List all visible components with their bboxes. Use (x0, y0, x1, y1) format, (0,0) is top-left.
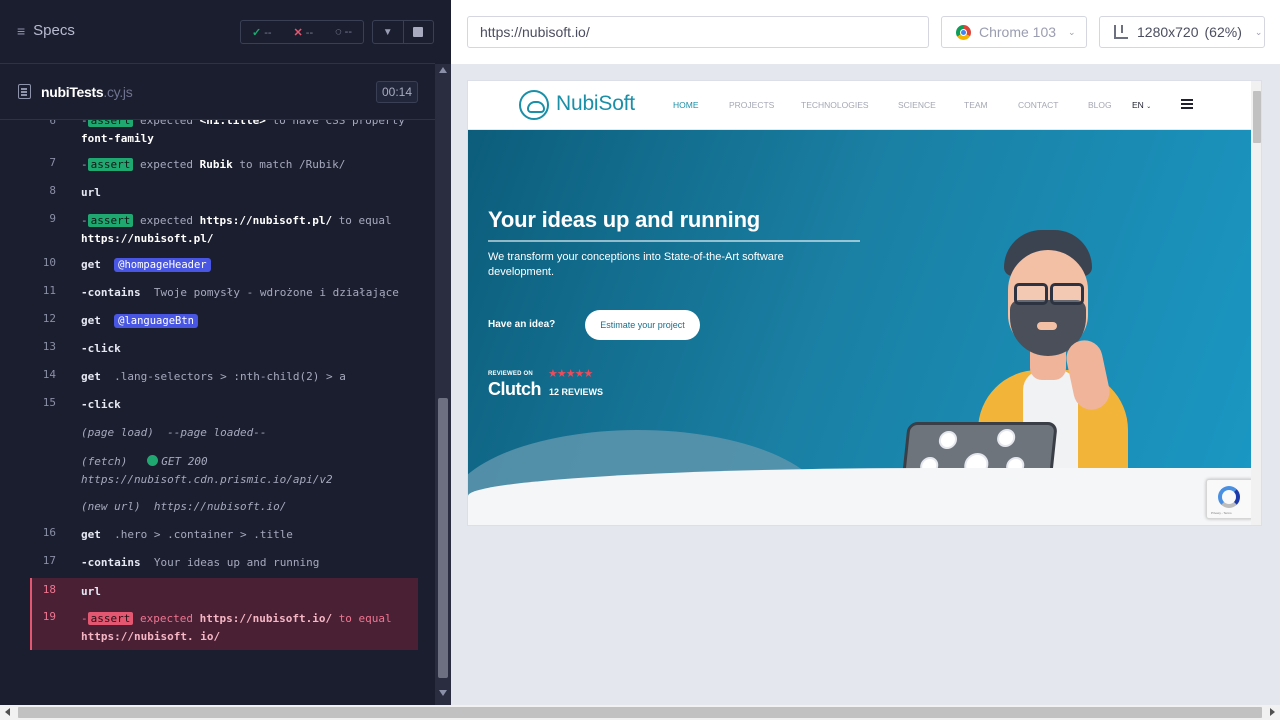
command-row[interactable]: 10 get @hompageHeader (0, 256, 418, 274)
scroll-up-icon[interactable] (439, 67, 447, 73)
viewport-info[interactable]: 1280x720 (62%) ⌄ (1099, 16, 1265, 48)
command-row[interactable]: 9 - assert expected https://nubisoft.pl/ … (0, 212, 418, 248)
have-idea-label: Have an idea? (488, 319, 556, 330)
stop-icon (413, 27, 424, 37)
command-row[interactable]: 17 -contains Your ideas up and running (0, 554, 418, 572)
command-row-failed[interactable]: 18 url (30, 578, 418, 606)
failed-icon: ✕ (293, 26, 303, 39)
site-logo[interactable]: NubiSoft (556, 92, 635, 116)
rating-stars: ★★★★★ (548, 368, 593, 380)
assert-badge: assert (87, 214, 134, 227)
command-row[interactable]: 16 get .hero > .container > .title (0, 526, 418, 544)
spec-file-name[interactable]: nubiTests.cy.js (41, 84, 133, 100)
assert-badge: assert (87, 158, 134, 171)
command-row[interactable]: 8 url (0, 184, 418, 202)
recaptcha-text: Privacy - Terms (1211, 511, 1232, 515)
alias-badge: @languageBtn (114, 314, 198, 328)
command-row[interactable]: 14 get .lang-selectors > :nth-child(2) >… (0, 368, 418, 386)
chrome-icon (956, 24, 971, 40)
nav-technologies[interactable]: TECHNOLOGIES (801, 100, 869, 110)
nav-contact[interactable]: CONTACT (1018, 100, 1058, 110)
viewport-size: 1280x720 (1137, 24, 1199, 40)
ruler-icon (1114, 25, 1128, 39)
browser-selector[interactable]: Chrome 103 ⌄ (941, 16, 1087, 48)
event-row[interactable]: (new url) https://nubisoft.io/ (0, 498, 418, 516)
language-selector[interactable]: EN ⌄ (1132, 100, 1151, 110)
spec-file-header: nubiTests.cy.js 00:14 (0, 76, 435, 120)
nav-home[interactable]: HOME (673, 100, 699, 110)
postgres-sticker-icon (996, 429, 1017, 447)
browser-label: Chrome 103 (979, 24, 1057, 40)
passed-count: -- (264, 26, 272, 39)
hamburger-menu-icon[interactable] (1181, 99, 1193, 109)
glasses-icon (1012, 283, 1086, 305)
document-icon (18, 84, 31, 99)
estimate-project-button[interactable]: Estimate your project (585, 310, 700, 340)
command-row[interactable]: 12 get @languageBtn (0, 312, 418, 330)
url-bar[interactable]: https://nubisoft.io/ (467, 16, 929, 48)
command-row[interactable]: 13 -click (0, 340, 418, 358)
command-row[interactable]: 7 - assert expected Rubik to match /Rubik… (0, 156, 418, 174)
run-controls: ▼ (372, 20, 434, 44)
chevron-down-icon: ⌄ (1068, 26, 1076, 37)
scroll-right-icon[interactable] (1270, 708, 1275, 716)
reviews-count[interactable]: 12 REVIEWS (549, 387, 603, 397)
pending-icon: ◌ (335, 26, 342, 38)
specs-label: Specs (33, 22, 75, 39)
clutch-logo[interactable]: Clutch (488, 379, 542, 400)
menu-icon: ≡ (17, 22, 26, 39)
command-row[interactable]: 11 -contains Twoje pomysły - wdrożone i … (0, 284, 418, 302)
specs-toggle-button[interactable]: ≡ Specs (17, 22, 75, 39)
failed-count: -- (305, 26, 314, 39)
chevron-down-icon: ⌄ (1254, 26, 1263, 37)
hero-divider (488, 240, 860, 242)
aut-header: https://nubisoft.io/ Chrome 103 ⌄ 1280x7… (451, 0, 1280, 64)
test-stats: ✓ -- ✕ -- ◌ -- (240, 20, 364, 44)
nav-projects[interactable]: PROJECTS (729, 100, 774, 110)
alias-badge: @hompageHeader (114, 258, 211, 272)
recaptcha-badge[interactable]: Privacy - Terms (1206, 479, 1254, 519)
pending-count: -- (344, 26, 352, 38)
nav-science[interactable]: SCIENCE (898, 100, 936, 110)
zoom-level: (62%) (1204, 24, 1242, 40)
stop-button[interactable] (404, 21, 434, 43)
event-row[interactable]: (fetch) GET 200 https://nubisoft.cdn.pris… (0, 453, 418, 489)
hero-subtitle: We transform your conceptions into State… (488, 251, 784, 278)
nav-team[interactable]: TEAM (964, 100, 988, 110)
command-row-failed[interactable]: 19 - assert expected https://nubisoft.io/… (30, 606, 418, 650)
aut-iframe: NubiSoft HOME PROJECTS TECHNOLOGIES SCIE… (467, 80, 1262, 526)
iframe-scroll-thumb[interactable] (1253, 91, 1261, 143)
reviewed-on-label: REVIEWED ON (488, 371, 533, 377)
horizontal-scroll-thumb[interactable] (18, 707, 1262, 718)
hero-bottom-curve (468, 468, 1251, 525)
status-dot (147, 455, 159, 466)
site-navbar: NubiSoft HOME PROJECTS TECHNOLOGIES SCIE… (468, 81, 1251, 130)
nav-blog[interactable]: BLOG (1088, 100, 1112, 110)
specs-header: ≡ Specs ✓ -- ✕ -- ◌ -- ▼ (0, 0, 435, 64)
hero-title: Your ideas up and running (488, 207, 761, 232)
spring-sticker-icon (937, 431, 958, 449)
scroll-left-icon[interactable] (5, 708, 10, 716)
passed-icon: ✓ (251, 26, 262, 39)
iframe-scrollbar[interactable] (1251, 81, 1261, 525)
assert-badge: assert (87, 612, 134, 625)
run-duration: 00:14 (376, 81, 418, 103)
hero-section: Your ideas up and running We transform y… (468, 130, 1251, 525)
event-row[interactable]: (page load) --page loaded-- (0, 424, 418, 442)
chevron-down-icon[interactable]: ▼ (373, 21, 404, 43)
scroll-down-icon[interactable] (439, 690, 447, 696)
reporter-scroll-thumb[interactable] (438, 398, 448, 678)
chevron-down-icon: ⌄ (1146, 104, 1152, 110)
cloud-logo-icon (519, 90, 549, 120)
reporter-panel: ≡ Specs ✓ -- ✕ -- ◌ -- ▼ nubiTests.cy.js… (0, 0, 451, 705)
command-row[interactable]: 15 -click (0, 396, 418, 414)
command-log: 6 - assert expected <h1.title> to have CS… (0, 112, 435, 660)
